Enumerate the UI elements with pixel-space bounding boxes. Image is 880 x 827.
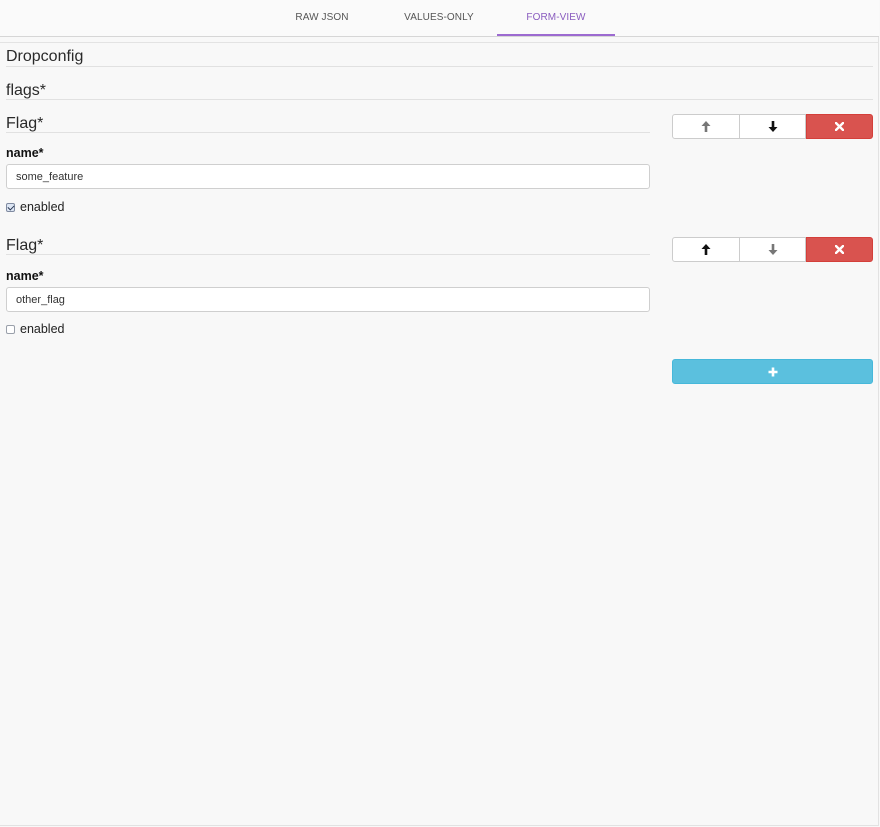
tab-bar: RAW JSON VALUES-ONLY FORM-VIEW: [0, 0, 879, 37]
divider: [0, 42, 879, 43]
array-title-underline: [6, 99, 873, 100]
enabled-checkbox-row[interactable]: enabled: [6, 200, 65, 214]
tab-form-view[interactable]: FORM-VIEW: [497, 0, 615, 36]
enabled-label: enabled: [20, 200, 65, 214]
flag-item-title: Flag*: [6, 237, 44, 254]
flags-array-title: flags*: [6, 82, 47, 99]
name-input[interactable]: [6, 287, 650, 312]
arrow-up-icon: [701, 244, 711, 255]
arrow-up-icon: [701, 121, 711, 132]
enabled-label: enabled: [20, 322, 65, 336]
move-up-button[interactable]: [672, 114, 740, 139]
close-icon: [835, 122, 844, 131]
flag-item-controls: [672, 114, 873, 139]
plus-icon: [768, 367, 777, 376]
move-down-button[interactable]: [740, 237, 806, 262]
name-input[interactable]: [6, 164, 650, 189]
tab-form-view-label: FORM-VIEW: [526, 12, 586, 23]
enabled-checkbox-row[interactable]: enabled: [6, 322, 65, 336]
arrow-down-icon: [768, 121, 777, 132]
enabled-checkbox[interactable]: [6, 202, 15, 212]
tab-raw-json[interactable]: RAW JSON: [262, 0, 382, 35]
name-label: name*: [6, 269, 44, 283]
add-item-button[interactable]: [672, 359, 873, 384]
arrow-down-icon: [768, 244, 777, 255]
form-title: Dropconfig: [6, 48, 84, 65]
enabled-checkbox[interactable]: [6, 324, 15, 334]
remove-item-button[interactable]: [806, 237, 873, 262]
flag-item-underline: [6, 254, 650, 255]
flag-item-underline: [6, 132, 650, 133]
flag-item-controls: [672, 237, 873, 262]
name-label: name*: [6, 146, 44, 160]
move-down-button[interactable]: [740, 114, 806, 139]
remove-item-button[interactable]: [806, 114, 873, 139]
flag-item-title: Flag*: [6, 115, 44, 132]
active-tab-indicator: [497, 34, 615, 36]
close-icon: [835, 245, 844, 254]
tab-values-only[interactable]: VALUES-ONLY: [380, 0, 498, 35]
title-underline: [6, 66, 873, 67]
move-up-button[interactable]: [672, 237, 740, 262]
